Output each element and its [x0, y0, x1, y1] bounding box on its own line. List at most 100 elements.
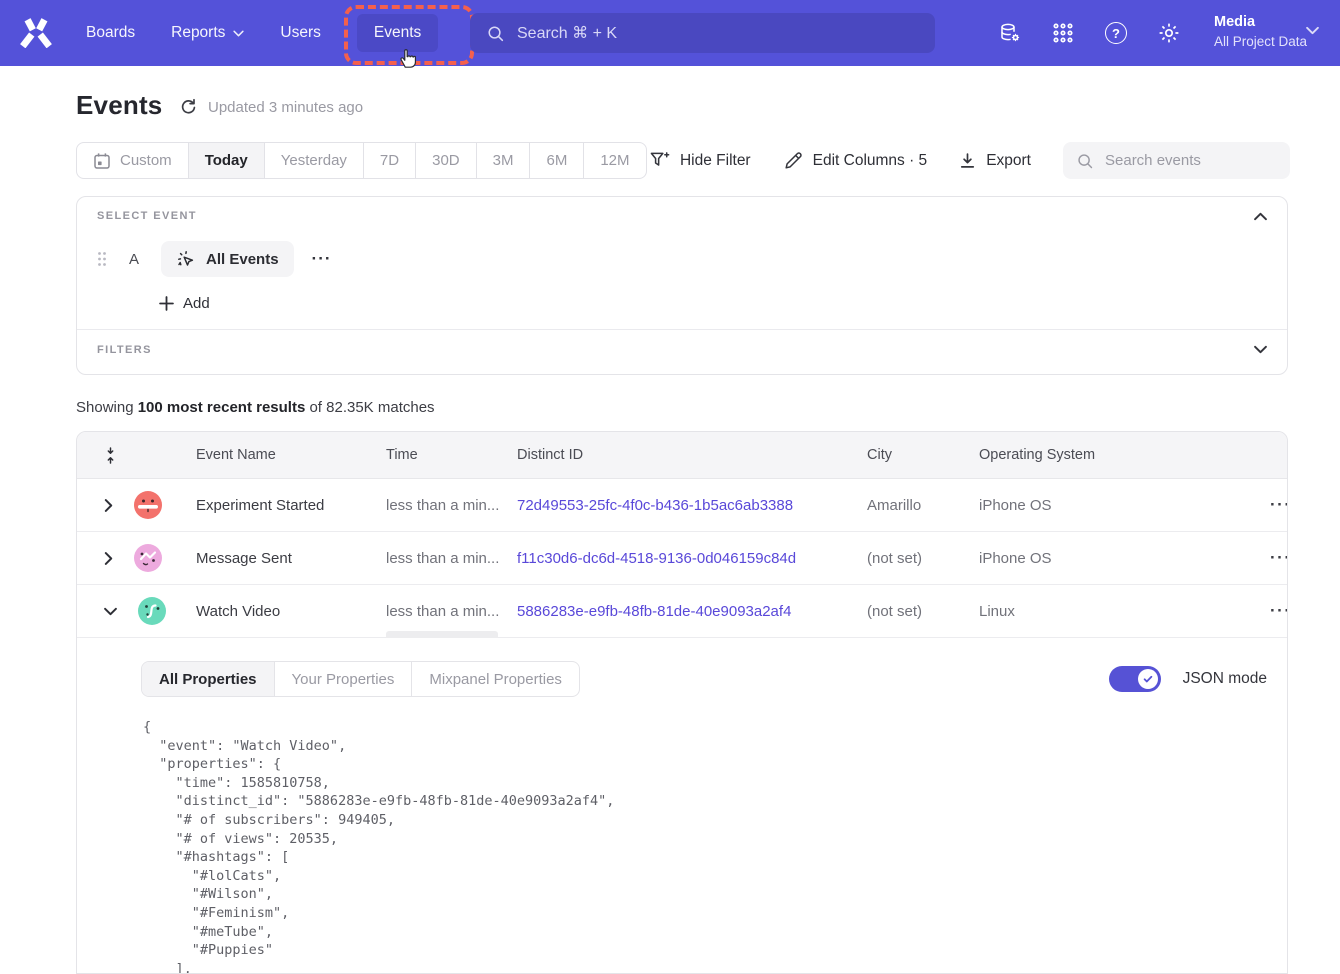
- project-name: Media: [1214, 12, 1307, 32]
- event-city: (not set): [867, 603, 979, 620]
- event-avatar: [138, 597, 166, 625]
- date-option-label: Custom: [120, 152, 172, 169]
- nav-item-reports[interactable]: Reports: [171, 24, 244, 42]
- properties-tabs: All Properties Your Properties Mixpanel …: [141, 661, 580, 697]
- calendar-icon: [93, 152, 111, 170]
- plus-icon: [159, 296, 174, 311]
- table-row[interactable]: Message Sent less than a min... f11c30d6…: [77, 532, 1287, 585]
- summary-suffix: of 82.35K matches: [305, 399, 434, 416]
- edit-columns-button[interactable]: Edit Columns · 5: [783, 151, 928, 171]
- nav-item-boards[interactable]: Boards: [86, 24, 135, 42]
- json-mode-toggle[interactable]: [1109, 666, 1161, 692]
- event-time: less than a min...: [386, 550, 517, 567]
- event-json-viewer[interactable]: { "event": "Watch Video", "properties": …: [143, 718, 1287, 974]
- column-header-os[interactable]: Operating System: [979, 447, 1186, 463]
- clause-more-button[interactable]: ···: [312, 249, 332, 269]
- event-os: iPhone OS: [979, 550, 1186, 567]
- help-glyph: ?: [1105, 22, 1127, 44]
- collapse-all-icon[interactable]: [77, 447, 196, 464]
- event-os: iPhone OS: [979, 497, 1186, 514]
- distinct-id-link[interactable]: 72d49553-25fc-4f0c-b436-1b5ac6ab3388: [517, 497, 867, 514]
- drag-handle-icon[interactable]: [97, 251, 107, 267]
- table-row-expanded[interactable]: Watch Video less than a min... 5886283e-…: [77, 585, 1287, 638]
- edit-columns-label: Edit Columns · 5: [813, 152, 928, 170]
- distinct-id-link[interactable]: 5886283e-e9fb-48fb-81de-40e9093a2af4: [517, 603, 867, 620]
- help-icon[interactable]: ?: [1104, 21, 1128, 45]
- column-header-time[interactable]: Time: [386, 447, 517, 463]
- project-switcher[interactable]: Media All Project Data: [1214, 12, 1307, 51]
- date-option-3m[interactable]: 3M: [476, 143, 530, 178]
- chevron-down-icon[interactable]: [1254, 341, 1267, 359]
- add-event-button[interactable]: Add: [159, 295, 210, 312]
- event-time: less than a min...: [386, 497, 517, 514]
- chevron-right-icon[interactable]: [104, 499, 113, 512]
- event-time: less than a min...: [386, 603, 517, 620]
- search-icon: [486, 24, 505, 43]
- date-option-yesterday[interactable]: Yesterday: [264, 143, 363, 178]
- top-navbar: Boards Reports Users Events Search ⌘ + K: [0, 0, 1340, 66]
- hide-filter-button[interactable]: Hide Filter: [649, 151, 751, 170]
- nav-item-users[interactable]: Users: [280, 24, 320, 42]
- select-event-label: SELECT EVENT: [97, 210, 197, 222]
- json-mode-label: JSON mode: [1183, 670, 1267, 688]
- date-option-30d[interactable]: 30D: [415, 143, 476, 178]
- row-actions-button[interactable]: ···: [1186, 601, 1288, 621]
- data-management-icon[interactable]: [998, 21, 1022, 45]
- event-avatar: [134, 491, 162, 519]
- hide-filter-label: Hide Filter: [680, 152, 751, 170]
- chevron-right-icon[interactable]: [104, 552, 113, 565]
- panel-divider: [77, 329, 1287, 330]
- clause-letter: A: [129, 251, 139, 268]
- toggle-knob: [1138, 669, 1158, 689]
- last-updated-text: Updated 3 minutes ago: [208, 99, 363, 116]
- nav-item-events-wrap: Events: [357, 14, 438, 52]
- check-icon: [1142, 673, 1154, 685]
- event-name: Watch Video: [196, 603, 386, 620]
- refresh-icon[interactable]: [179, 98, 198, 122]
- event-city: Amarillo: [867, 497, 979, 514]
- event-name: Experiment Started: [196, 497, 386, 514]
- tab-your-properties[interactable]: Your Properties: [274, 662, 412, 696]
- events-table: Event Name Time Distinct ID City Operati…: [76, 431, 1288, 974]
- search-events-placeholder: Search events: [1105, 152, 1201, 169]
- chevron-down-icon[interactable]: [104, 607, 117, 616]
- search-events-input[interactable]: Search events: [1063, 142, 1290, 179]
- event-selector-label: All Events: [206, 251, 279, 268]
- column-header-event-name[interactable]: Event Name: [196, 447, 386, 463]
- distinct-id-link[interactable]: f11c30d6-dc6d-4518-9136-0d046159c84d: [517, 550, 867, 567]
- date-range-selector: Custom Today Yesterday 7D 30D 3M 6M 12M: [76, 142, 647, 179]
- event-detail-panel: All Properties Your Properties Mixpanel …: [77, 638, 1287, 973]
- column-header-distinct-id[interactable]: Distinct ID: [517, 447, 867, 463]
- sparkle-cursor-icon: [176, 249, 196, 269]
- date-option-7d[interactable]: 7D: [363, 143, 415, 178]
- row-actions-button[interactable]: ···: [1186, 495, 1288, 515]
- filters-label: FILTERS: [97, 344, 152, 356]
- date-option-12m[interactable]: 12M: [583, 143, 645, 178]
- table-toolbar: Hide Filter Edit Columns · 5 Export Sear…: [649, 142, 1290, 179]
- tab-mixpanel-properties[interactable]: Mixpanel Properties: [411, 662, 579, 696]
- export-button[interactable]: Export: [959, 152, 1031, 170]
- event-name: Message Sent: [196, 550, 386, 567]
- add-event-label: Add: [183, 295, 210, 312]
- tab-all-properties[interactable]: All Properties: [142, 662, 274, 696]
- mixpanel-logo-icon[interactable]: [18, 18, 54, 48]
- chevron-up-icon[interactable]: [1254, 208, 1267, 226]
- summary-highlight: 100 most recent results: [138, 399, 306, 416]
- primary-nav: Boards Reports Users Events: [86, 0, 438, 66]
- nav-item-reports-label: Reports: [171, 24, 225, 42]
- table-header-row: Event Name Time Distinct ID City Operati…: [77, 432, 1287, 479]
- date-option-today[interactable]: Today: [188, 143, 264, 178]
- event-selector-pill[interactable]: All Events: [161, 241, 294, 277]
- column-header-city[interactable]: City: [867, 447, 979, 463]
- date-option-custom[interactable]: Custom: [77, 143, 188, 178]
- settings-gear-icon[interactable]: [1157, 21, 1181, 45]
- event-avatar: [134, 544, 162, 572]
- table-row[interactable]: Experiment Started less than a min... 72…: [77, 479, 1287, 532]
- apps-grid-icon[interactable]: [1051, 21, 1075, 45]
- event-os: Linux: [979, 603, 1186, 620]
- global-search-input[interactable]: Search ⌘ + K: [470, 13, 935, 53]
- date-option-6m[interactable]: 6M: [529, 143, 583, 178]
- chevron-down-icon: [1306, 26, 1319, 35]
- row-actions-button[interactable]: ···: [1186, 548, 1288, 568]
- download-icon: [959, 152, 976, 169]
